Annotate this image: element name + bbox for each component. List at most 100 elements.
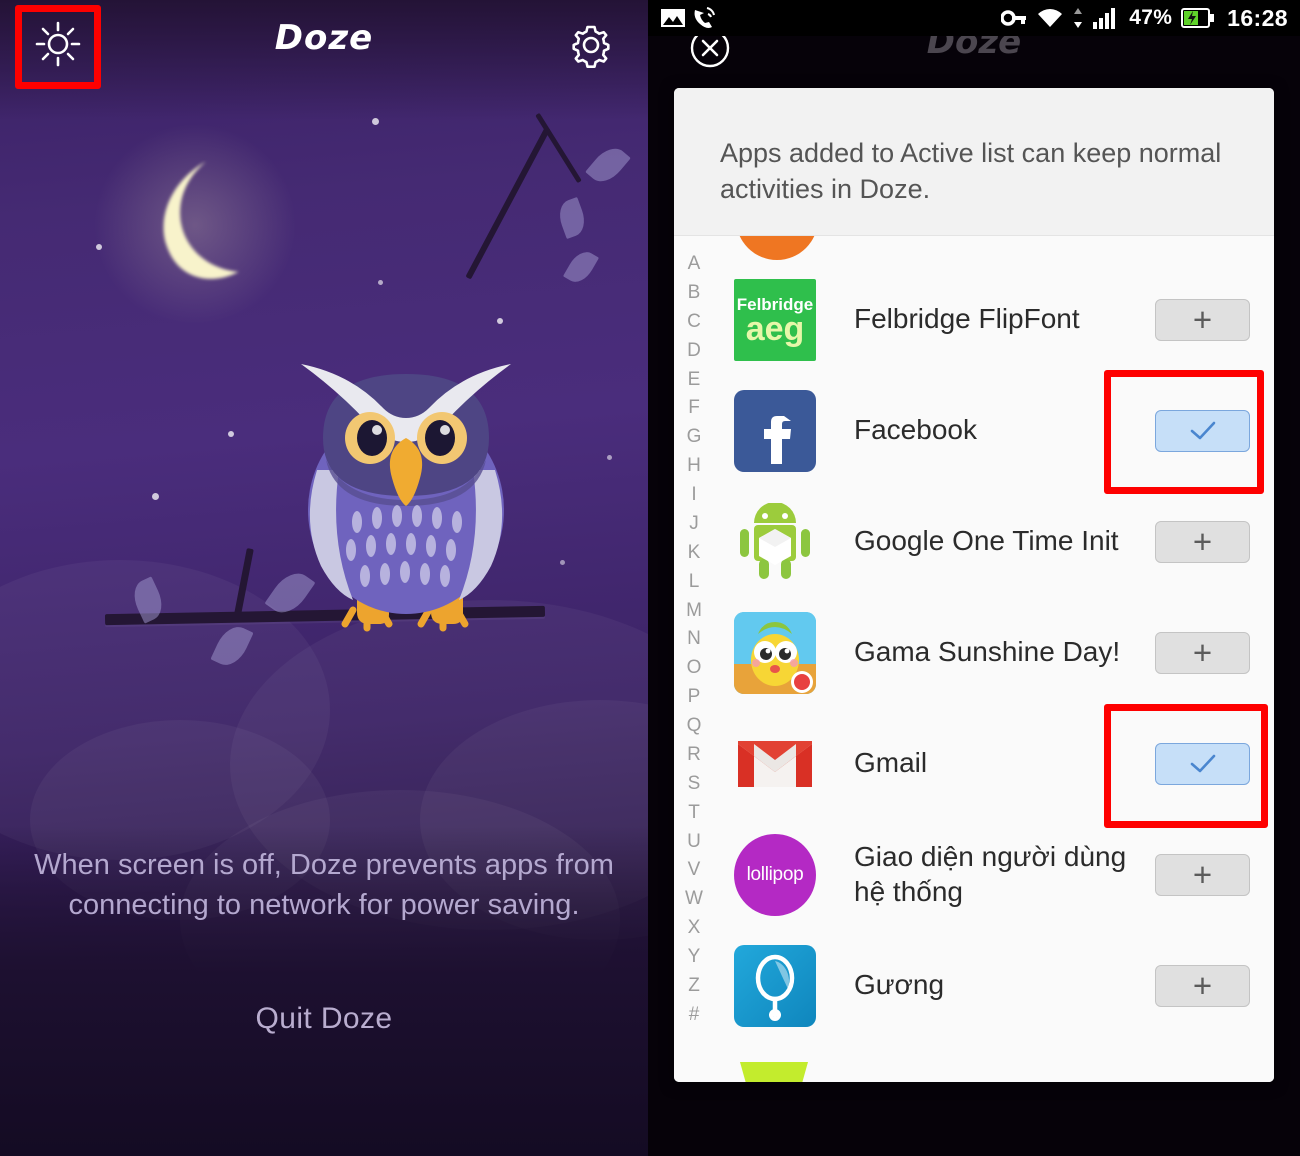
branch-twig <box>465 126 551 280</box>
app-row-system-ui[interactable]: lollipop Giao diện người dùng hệ thống + <box>714 819 1274 930</box>
leaf <box>585 141 631 189</box>
settings-button[interactable] <box>568 22 614 68</box>
brightness-highlight-box <box>15 5 101 89</box>
add-to-active-list-button[interactable]: + <box>1155 298 1250 341</box>
alphabet-index[interactable]: A B C D E F G H I J K L M N O P Q R S T … <box>674 236 714 1082</box>
wifi-icon <box>1038 9 1063 27</box>
gmail-icon <box>734 723 816 805</box>
index-letter[interactable]: M <box>686 597 702 626</box>
status-bar-right-icons: 47% 16:28 <box>1001 5 1288 32</box>
mirror-icon <box>734 944 816 1027</box>
doze-header: Doze <box>0 0 648 92</box>
app-row-felbridge-flipfont[interactable]: Felbridge aeg Felbridge FlipFont + <box>714 264 1274 375</box>
vpn-key-icon <box>1001 10 1027 26</box>
star <box>497 318 503 324</box>
star <box>228 431 234 437</box>
doze-description: When screen is off, Doze prevents apps f… <box>34 849 614 922</box>
status-bar: 47% 16:28 <box>648 0 1300 36</box>
app-name: Giao diện người dùng hệ thống <box>854 840 1127 907</box>
owl-illustration <box>271 342 541 632</box>
app-row-gmail[interactable]: Gmail <box>714 708 1274 819</box>
branch-twig <box>535 112 582 184</box>
index-letter[interactable]: K <box>688 539 701 568</box>
index-letter[interactable]: L <box>689 568 700 597</box>
star <box>607 455 612 460</box>
index-letter[interactable]: V <box>688 856 701 885</box>
index-letter[interactable]: P <box>688 683 701 712</box>
index-letter[interactable]: A <box>688 250 701 279</box>
index-letter[interactable]: H <box>687 452 701 481</box>
index-letter[interactable]: X <box>688 914 701 943</box>
index-letter[interactable]: N <box>687 625 701 654</box>
plus-icon: + <box>1192 633 1213 671</box>
icon-text: lollipop <box>746 863 804 885</box>
plus-icon: + <box>1192 300 1213 338</box>
active-toggle-button[interactable] <box>1155 742 1250 785</box>
index-letter[interactable]: G <box>687 423 702 452</box>
index-letter[interactable]: R <box>687 741 701 770</box>
add-to-active-list-button[interactable]: + <box>1155 964 1250 1007</box>
leaf <box>562 246 600 288</box>
screenshot-root: Doze When screen is off, Doze prevents a… <box>0 0 1300 1156</box>
android-robot-icon <box>734 501 816 583</box>
index-letter[interactable]: Y <box>688 943 701 972</box>
star <box>152 493 159 500</box>
signal-bars-icon <box>1093 8 1116 29</box>
crescent-moon <box>90 120 300 330</box>
plus-icon: + <box>1192 966 1213 1004</box>
index-letter[interactable]: I <box>691 481 696 510</box>
battery-charging-icon <box>1181 8 1215 28</box>
felbridge-flipfont-icon: Felbridge aeg <box>734 278 816 361</box>
quit-doze-button[interactable]: Quit Doze <box>0 1002 648 1036</box>
add-to-active-list-button[interactable]: + <box>1155 520 1250 563</box>
gear-icon <box>572 25 610 68</box>
index-letter[interactable]: F <box>688 394 700 423</box>
add-to-active-list-button[interactable]: + <box>1155 631 1250 674</box>
check-icon <box>1190 421 1215 439</box>
app-name: Facebook <box>854 414 977 446</box>
index-letter[interactable]: S <box>688 770 701 799</box>
index-letter[interactable]: T <box>688 799 700 828</box>
index-letter[interactable]: J <box>689 510 699 539</box>
add-to-active-list-button[interactable]: + <box>1155 853 1250 896</box>
index-letter[interactable]: U <box>687 828 701 857</box>
app-name: Google One Time Init <box>854 525 1119 557</box>
active-list-screen: 47% 16:28 Doze Apps added to Active list… <box>648 0 1300 1156</box>
orange-app-icon-cutoff <box>736 236 818 260</box>
index-letter[interactable]: Q <box>687 712 702 741</box>
dialog-body: A B C D E F G H I J K L M N O P Q R S T … <box>674 236 1274 1082</box>
active-list-dialog: Apps added to Active list can keep norma… <box>674 88 1274 1082</box>
app-row-facebook[interactable]: Facebook <box>714 375 1274 486</box>
check-icon <box>1190 754 1215 772</box>
app-row-google-one-time-init[interactable]: Google One Time Init + <box>714 486 1274 597</box>
image-icon <box>661 9 685 27</box>
star <box>372 118 379 125</box>
index-letter[interactable]: O <box>687 654 702 683</box>
index-letter[interactable]: E <box>688 366 701 395</box>
index-letter[interactable]: # <box>689 1001 700 1030</box>
facebook-icon <box>734 389 816 472</box>
app-row-gama-sunshine-day[interactable]: Gama Sunshine Day! + <box>714 597 1274 708</box>
lollipop-icon: lollipop <box>734 833 816 916</box>
app-row-guong[interactable]: Gương + <box>714 930 1274 1041</box>
index-letter[interactable]: Z <box>688 972 700 1001</box>
gama-sunshine-day-icon <box>734 611 816 694</box>
index-letter[interactable]: B <box>688 279 701 308</box>
index-letter[interactable]: C <box>687 308 701 337</box>
index-letter[interactable]: D <box>687 337 701 366</box>
active-toggle-button[interactable] <box>1155 409 1250 452</box>
clock: 16:28 <box>1227 4 1288 31</box>
app-list[interactable]: Felbridge aeg Felbridge FlipFont + Faceb… <box>714 236 1274 1082</box>
app-name: Gương <box>854 969 945 1001</box>
status-bar-left-icons <box>660 6 718 30</box>
index-letter[interactable]: W <box>685 885 703 914</box>
data-arrows-icon <box>1074 8 1083 28</box>
battery-percent: 47% <box>1129 6 1173 29</box>
plus-icon: + <box>1192 522 1213 560</box>
plus-icon: + <box>1192 855 1213 893</box>
doze-home-screen: Doze When screen is off, Doze prevents a… <box>0 0 648 1156</box>
star <box>378 280 383 285</box>
missed-call-icon <box>694 7 715 28</box>
star <box>560 560 565 565</box>
app-name: Gama Sunshine Day! <box>854 636 1121 668</box>
